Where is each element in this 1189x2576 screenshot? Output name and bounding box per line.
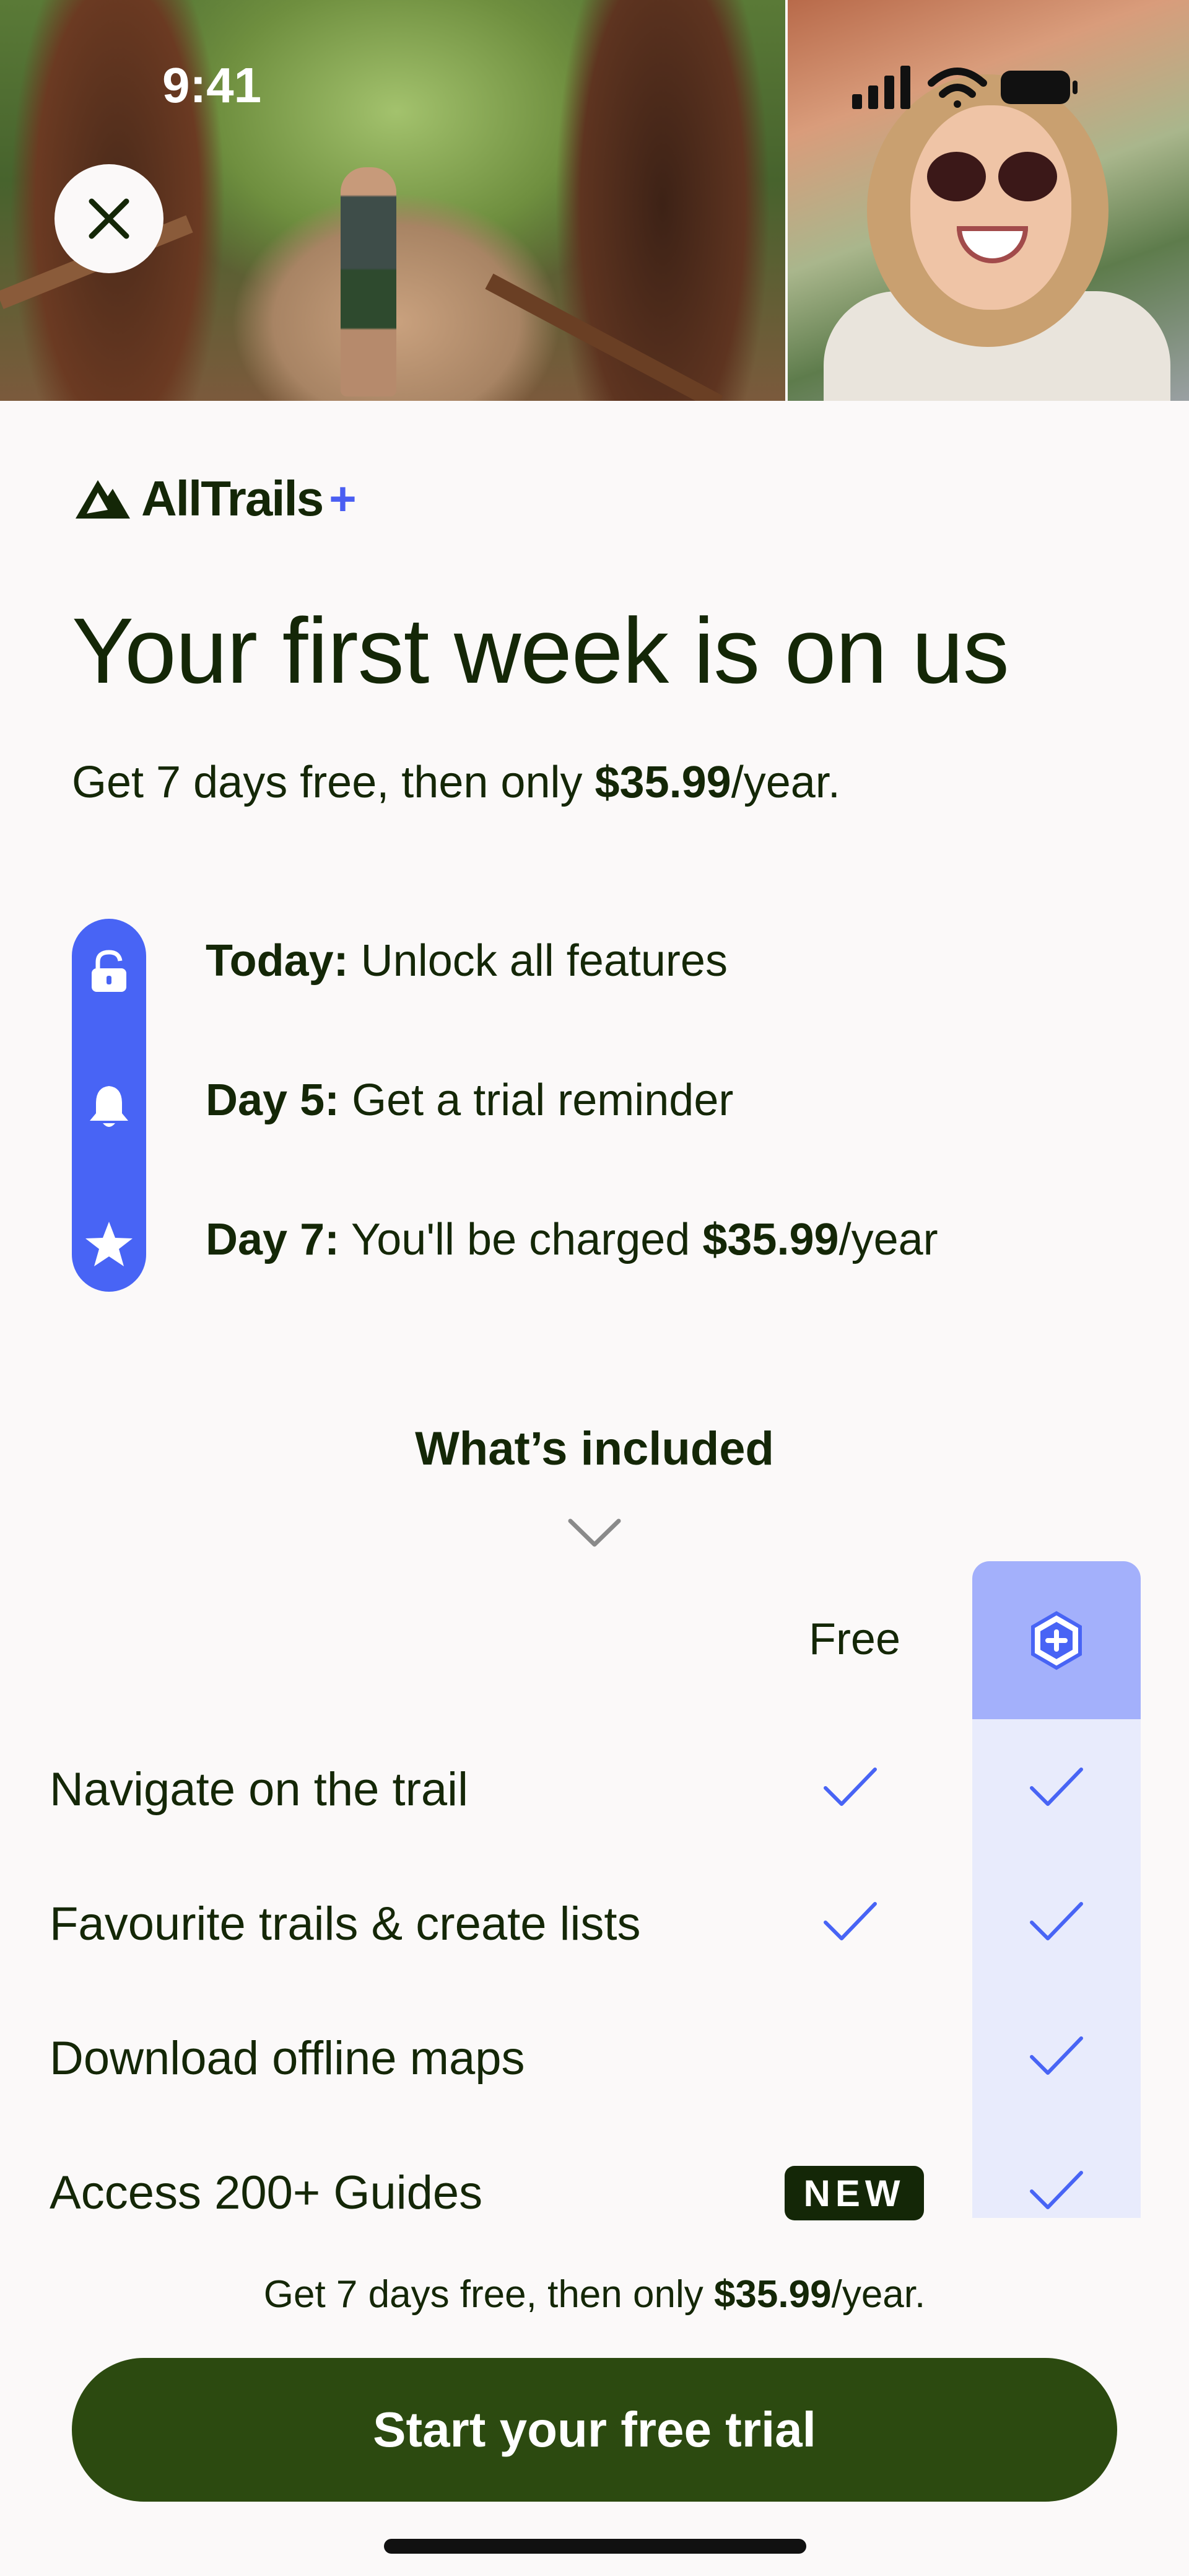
plus-column-header [972, 1561, 1141, 1719]
footer-price-text: Get 7 days free, then only $35.99/year. [263, 2273, 926, 2316]
feature-label: Navigate on the trail [50, 1763, 468, 1816]
chevron-down-icon[interactable] [567, 1515, 622, 1552]
brand-plus: + [329, 472, 357, 525]
whats-included-title: What’s included [415, 1422, 774, 1475]
unlock-icon [72, 944, 146, 999]
feature-row-navigate: Navigate on the trail [50, 1741, 1139, 1834]
portrait-photo-sunglasses [998, 152, 1057, 201]
status-time: 9:41 [162, 58, 262, 113]
alltrails-plus-logo: AllTrails + [72, 468, 357, 530]
status-icons [852, 66, 1078, 109]
feature-label: Access 200+ Guides [50, 2166, 483, 2219]
signal-icon [852, 66, 910, 109]
trial-timeline-bar [72, 919, 146, 1292]
portrait-photo-sunglasses [927, 152, 986, 201]
page-title: Your first week is on us [72, 598, 1009, 703]
check-icon [1030, 1902, 1083, 1940]
feature-row-favourites: Favourite trails & create lists [50, 1875, 1139, 1968]
feature-row-guides: Access 200+ Guides NEW [50, 2144, 1139, 2237]
check-icon [824, 1768, 877, 1806]
timeline-item-day7: Day 7: You'll be charged $35.99/year [206, 1215, 938, 1264]
portrait-photo-face [910, 105, 1071, 310]
feature-label: Favourite trails & create lists [50, 1898, 641, 1950]
feature-row-offline-maps: Download offline maps [50, 2010, 1139, 2103]
wifi-icon [928, 68, 987, 108]
battery-icon [1001, 71, 1078, 104]
start-free-trial-button[interactable]: Start your free trial [72, 2358, 1117, 2502]
check-icon [824, 1902, 877, 1940]
check-icon [1030, 2171, 1083, 2209]
trail-photo-hiker [341, 167, 396, 396]
new-badge: NEW [785, 2166, 924, 2220]
feature-label: Download offline maps [50, 2032, 525, 2085]
close-icon [89, 198, 129, 239]
price-subtitle: Get 7 days free, then only $35.99/year. [72, 758, 840, 807]
bell-icon [72, 1079, 146, 1134]
alltrails-mountain-icon [76, 480, 130, 519]
home-indicator[interactable] [384, 2539, 806, 2554]
close-button[interactable] [54, 164, 163, 273]
check-icon [1030, 1768, 1083, 1806]
alltrails-plus-badge-icon [1031, 1611, 1082, 1670]
free-column-header: Free [808, 1614, 901, 1664]
star-icon [72, 1216, 146, 1272]
timeline-item-today: Today: Unlock all features [206, 936, 728, 986]
timeline-item-day5: Day 5: Get a trial reminder [206, 1076, 734, 1125]
check-icon [1030, 2036, 1083, 2075]
brand-name: AllTrails [141, 471, 324, 526]
